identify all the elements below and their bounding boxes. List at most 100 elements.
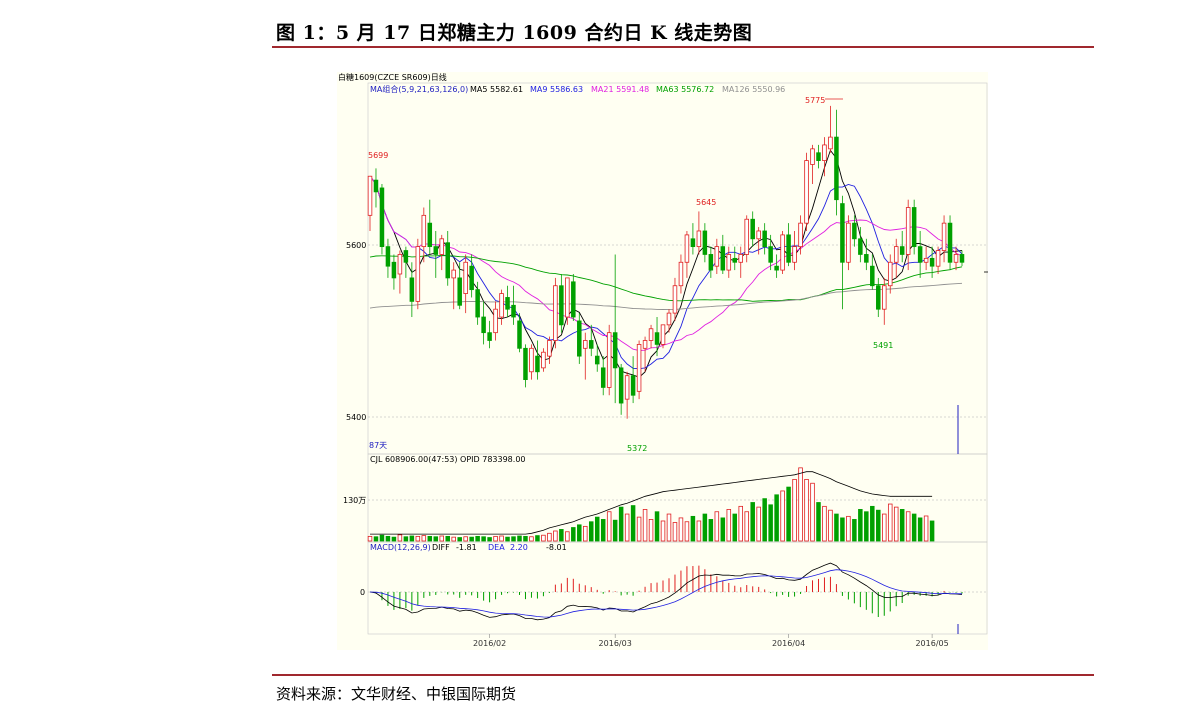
candle [606,324,612,396]
source-rule [272,674,1094,676]
tick-label-5400: 5400 [346,413,366,422]
candle-body [547,340,552,357]
ma126-legend: MA126 5550.96 [722,85,785,94]
candle-body [415,246,421,302]
annotation-5372: 5372 [627,444,647,453]
volume-bar [451,536,456,542]
candle [911,199,917,255]
candle-body [798,222,803,248]
candle-body [756,230,761,240]
candle-body [606,332,612,388]
volume-bar [445,535,450,542]
volume-bar [786,486,791,542]
candle-body [618,367,624,404]
candle-body [858,238,863,255]
volume-bar [463,536,468,542]
candle-body [846,222,851,263]
candle-body [816,152,821,161]
dea-label: DEA [488,543,505,552]
volume-bar [654,511,660,542]
volume-bar [660,520,666,542]
candle-body [870,265,875,287]
days-label: 87天 [369,441,387,450]
candle-body [409,277,415,302]
candle [415,238,421,310]
volume-bar [816,502,821,542]
candle-body [822,144,827,161]
candle-body [786,234,791,263]
candle-body [726,254,732,271]
volume-bar [744,511,749,542]
volume-bar [606,511,612,542]
candle-body [529,347,534,373]
volume-bar [899,509,905,542]
candle-body [864,254,869,263]
volume-bar [433,536,439,542]
volume-bar [708,519,714,542]
volume-bar [702,513,708,542]
ma-panel-label: MA组合(5,9,21,63,126,0) [370,84,468,94]
diff-value: -1.81 [456,543,477,552]
candle-body [421,214,427,248]
macd-tick-label: 0 [360,588,365,597]
candle [577,313,582,364]
volume-bar [397,534,403,542]
candle-body [559,285,564,326]
candle-body [905,207,911,255]
volume-bar [893,506,899,542]
candle-body [648,328,654,341]
volume-bar [636,516,642,542]
volume-bar [804,478,809,542]
candle-body [953,254,959,263]
candle-body [487,332,492,341]
volume-bar [391,536,397,542]
volume-bar [684,521,690,542]
volume-bar [624,513,630,542]
dea-value: 2.20 [510,543,528,552]
candle-body [929,257,935,267]
candle-body [762,230,767,248]
ma5-legend: MA5 5582.61 [470,85,523,94]
volume-bar [750,502,755,542]
candle [636,340,642,400]
volume-bar [505,536,510,542]
candle-body [594,355,600,365]
volume-bar [642,509,648,542]
tick-label-5600: 5600 [346,241,366,250]
candle-body [780,234,785,271]
volume-bar [672,522,678,542]
candle-body [427,222,433,248]
candle-body [774,265,779,271]
volume-bar [511,536,516,542]
volume-bar [385,535,391,542]
candle-body [714,246,720,267]
candle-body [654,332,660,345]
volume-bar [553,530,558,542]
candle-body [445,242,450,279]
volume-bar [499,535,504,542]
candle-body [535,355,540,373]
volume-bar [929,520,935,542]
volume-bar [882,513,887,542]
candle-body [517,320,522,349]
candle-body [553,285,558,341]
candle [660,324,666,349]
candle-body [481,316,486,334]
candle-body [630,375,636,396]
candle-body [696,230,702,248]
volume-bar [481,536,486,542]
volume-bar [367,535,373,542]
candle-body [433,246,439,255]
volume-bar [409,535,415,542]
candle-body [720,246,726,271]
volume-bar [762,498,767,542]
candle-body [463,261,468,294]
volume-bar [690,515,696,542]
volume-bar [798,467,803,542]
volume-bar [732,513,738,542]
candle-body [624,375,630,400]
candle [780,230,785,274]
volume-bar [421,535,427,542]
volume-bar [475,535,480,542]
x-tick-label: 2016/04 [772,639,805,648]
